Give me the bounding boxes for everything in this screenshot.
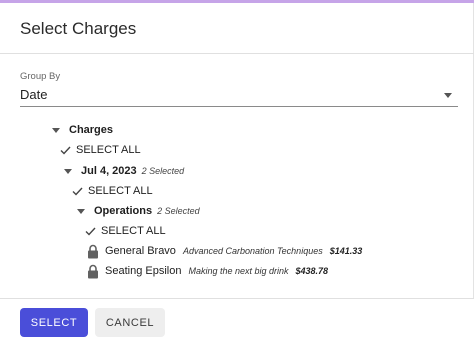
- date-selected-count: 2 Selected: [141, 166, 185, 176]
- group-by-label: Group By: [20, 71, 61, 82]
- lock-icon: [88, 244, 98, 258]
- lock-icon: [88, 264, 98, 278]
- caret-down-icon[interactable]: [77, 208, 85, 214]
- date-group-label: Jul 4, 2023: [81, 165, 137, 177]
- group-by-value: Date: [20, 87, 48, 102]
- charge-description: Advanced Carbonation Techniques: [182, 246, 323, 256]
- check-icon: [72, 187, 83, 196]
- top-accent-bar: [0, 0, 474, 3]
- tree-node-operations[interactable]: Operations 2 Selected: [77, 203, 200, 219]
- cancel-button[interactable]: CANCEL: [95, 308, 165, 337]
- title-divider: [0, 53, 474, 54]
- charge-amount: $141.33: [329, 246, 363, 256]
- caret-down-icon[interactable]: [52, 127, 60, 133]
- check-icon: [85, 227, 96, 236]
- tree-node-charges[interactable]: Charges: [52, 122, 113, 138]
- select-button[interactable]: SELECT: [20, 308, 88, 337]
- dialog-title: Select Charges: [20, 19, 137, 38]
- tree-node-label: Charges: [69, 124, 114, 136]
- select-all-date[interactable]: SELECT ALL: [72, 183, 153, 199]
- tree-node-date[interactable]: Jul 4, 2023 2 Selected: [64, 163, 184, 179]
- select-all-label: SELECT ALL: [88, 185, 153, 197]
- select-all-label: SELECT ALL: [101, 225, 166, 237]
- charge-description: Making the next big drink: [188, 266, 289, 276]
- dropdown-caret-icon: [444, 93, 452, 98]
- charge-amount: $438.78: [295, 266, 329, 276]
- footer-divider: [0, 298, 474, 299]
- group-by-select[interactable]: Date: [20, 84, 458, 107]
- charge-name: General Bravo: [105, 245, 176, 257]
- category-selected-count: 2 Selected: [157, 206, 200, 216]
- select-all-charges[interactable]: SELECT ALL: [60, 142, 141, 158]
- select-all-label: SELECT ALL: [76, 144, 141, 156]
- check-icon: [60, 146, 71, 155]
- charge-item: General Bravo Advanced Carbonation Techn…: [87, 243, 362, 259]
- category-label: Operations: [94, 205, 153, 217]
- select-all-operations[interactable]: SELECT ALL: [85, 223, 166, 239]
- caret-down-icon[interactable]: [64, 168, 72, 174]
- charge-item: Seating Epsilon Making the next big drin…: [87, 263, 328, 279]
- charge-name: Seating Epsilon: [105, 265, 182, 277]
